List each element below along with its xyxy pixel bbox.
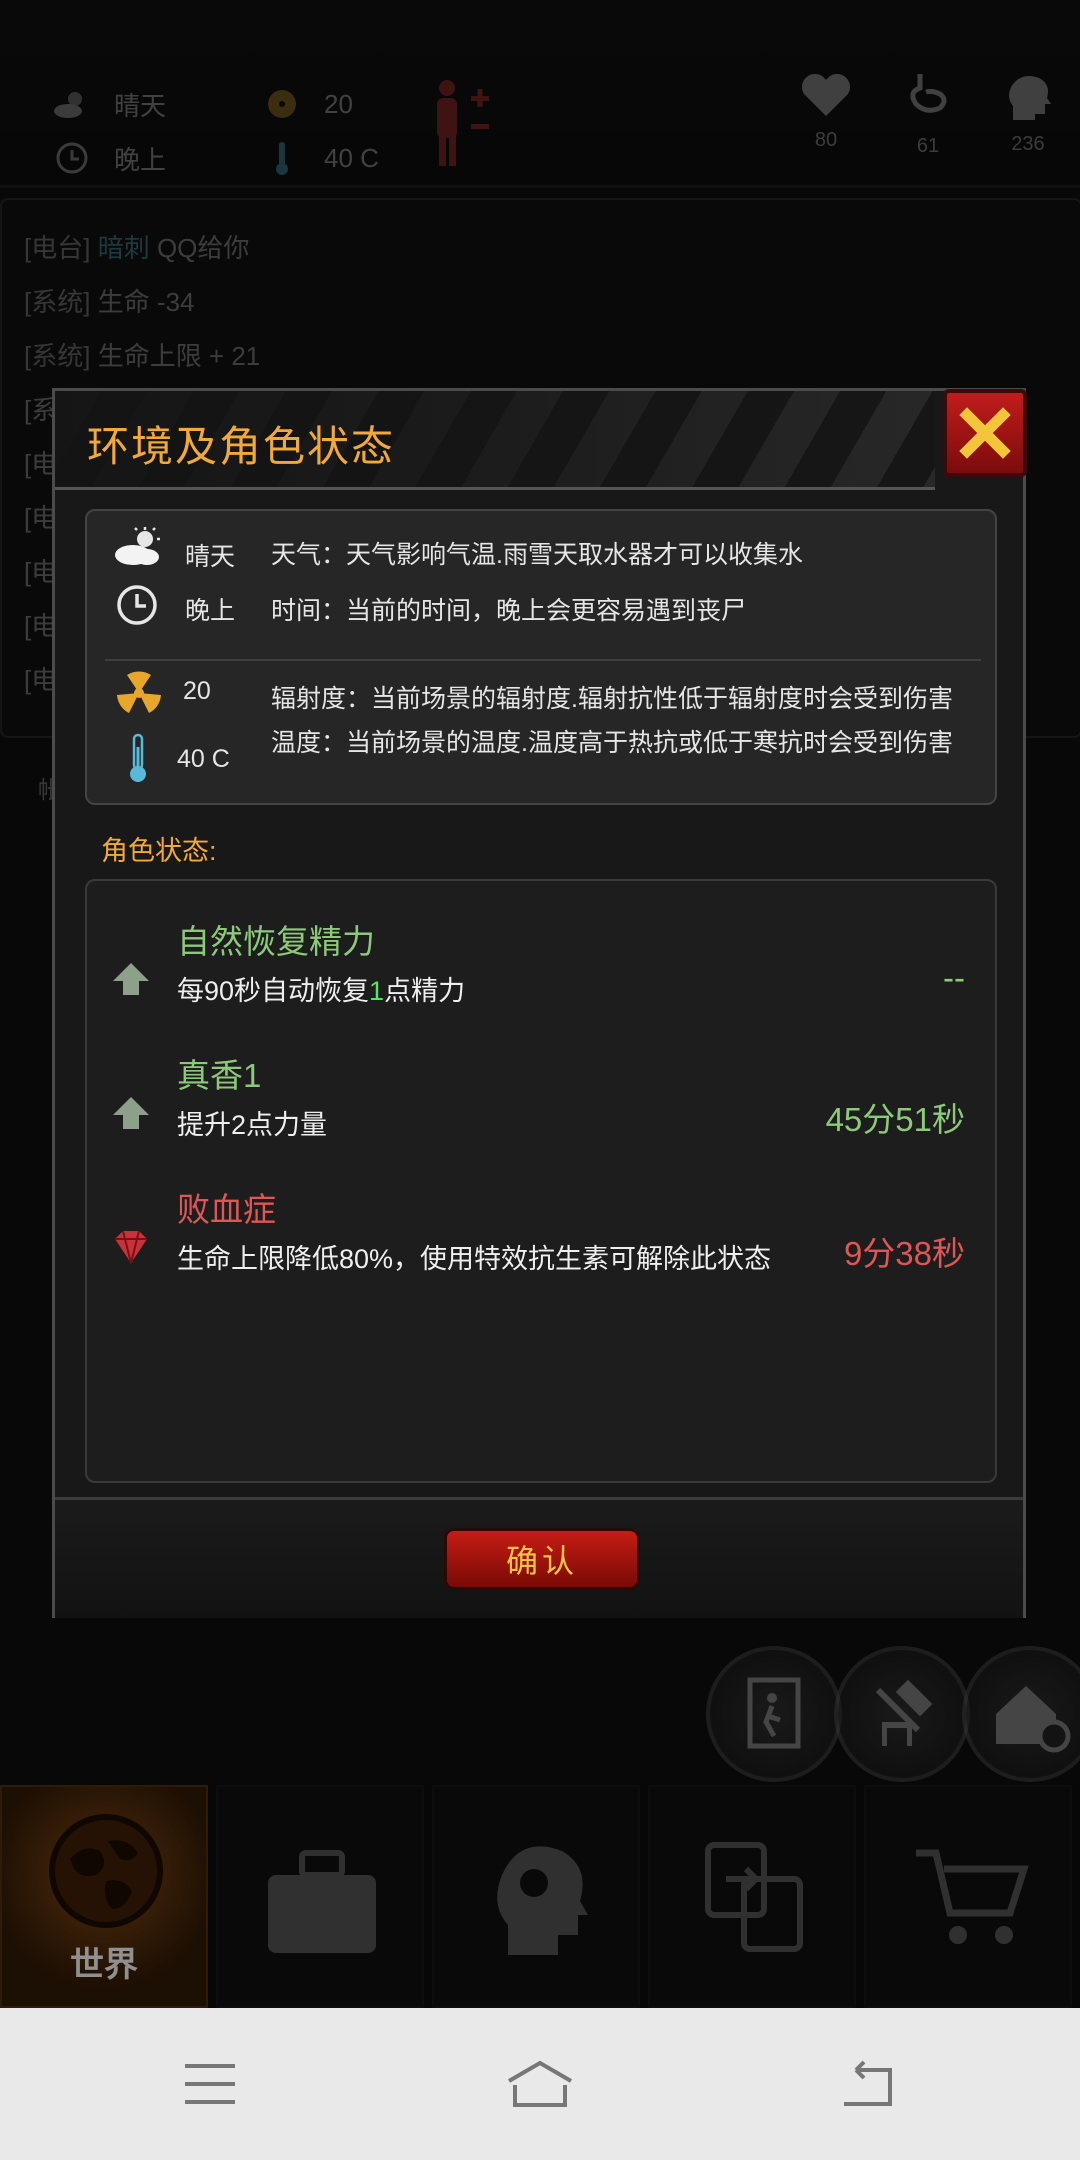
dialog-footer: 确认 [55,1497,1023,1618]
weather-row [113,527,163,567]
status-name: 败血症 [177,1191,276,1228]
sun-cloud-icon [115,527,160,565]
confirm-button[interactable]: 确认 [444,1528,640,1590]
temperature-description: 温度：当前场景的温度.温度高于热抗或低于寒抗时会受到伤害 [271,729,953,757]
back-icon [844,2060,892,2106]
weather-description: 天气：天气影响气温.雨雪天取水器才可以收集水 [271,541,803,569]
weather-value: 晴天 [185,543,236,571]
thermometer-icon [130,733,146,782]
env-divider [105,659,981,661]
arrow-up-buff-icon [113,1097,149,1129]
temperature-value: 40 C [177,745,230,773]
radiation-description: 辐射度：当前场景的辐射度.辐射抗性低于辐射度时会受到伤害 [271,685,953,713]
clock-icon [117,585,157,625]
radiation-value: 20 [183,677,211,705]
time-description: 时间：当前的时间，晚上会更容易遇到丧尸 [271,597,747,625]
radiation-icon [117,671,161,713]
status-name: 自然恢复精力 [177,923,375,960]
time-value: 晚上 [185,597,236,625]
menu-button[interactable] [110,2008,310,2160]
home-icon [507,2060,573,2107]
status-description: 提升2点力量 [177,1110,328,1140]
close-icon [959,407,1011,459]
red-gem-debuff-icon [115,1230,147,1264]
environment-info-box: 晴天 天气：天气影响气温.雨雪天取水器才可以收集水 晚上 时间：当前的时间，晚上… [85,509,997,805]
status-item[interactable]: 自然恢复精力 每90秒自动恢复1点精力 -- [87,899,995,1019]
arrow-up-buff-icon [113,963,149,995]
back-button[interactable] [768,2008,968,2160]
menu-icon [185,2064,235,2104]
status-item[interactable]: 真香1 提升2点力量 45分51秒 [87,1033,995,1153]
system-navigation-bar [0,2008,1080,2160]
status-description: 生命上限降低80%，使用特效抗生素可解除此状态 [177,1244,772,1274]
environment-status-dialog: 环境及角色状态 晴天 天气：天气影响气温.雨雪天取水器才可以收集水 晚上 时间：… [52,388,1027,1618]
status-name: 真香1 [177,1057,262,1094]
status-duration: -- [943,959,965,996]
home-button[interactable] [440,2008,640,2160]
character-status-list: 自然恢复精力 每90秒自动恢复1点精力 -- 真香1 提升2点力量 45分51秒… [85,879,997,1483]
temperature-row [127,733,149,783]
status-duration: 45分51秒 [825,1101,965,1138]
close-button[interactable] [943,389,1027,477]
dialog-header: 环境及角色状态 [55,391,935,490]
time-row [115,583,159,627]
status-description: 每90秒自动恢复1点精力 [177,976,466,1006]
status-duration: 9分38秒 [843,1235,965,1272]
character-status-label: 角色状态: [101,836,217,866]
radiation-row [117,671,161,715]
status-item[interactable]: 败血症 生命上限降低80%，使用特效抗生素可解除此状态 9分38秒 [87,1167,995,1287]
dialog-title: 环境及角色状态 [87,423,396,470]
